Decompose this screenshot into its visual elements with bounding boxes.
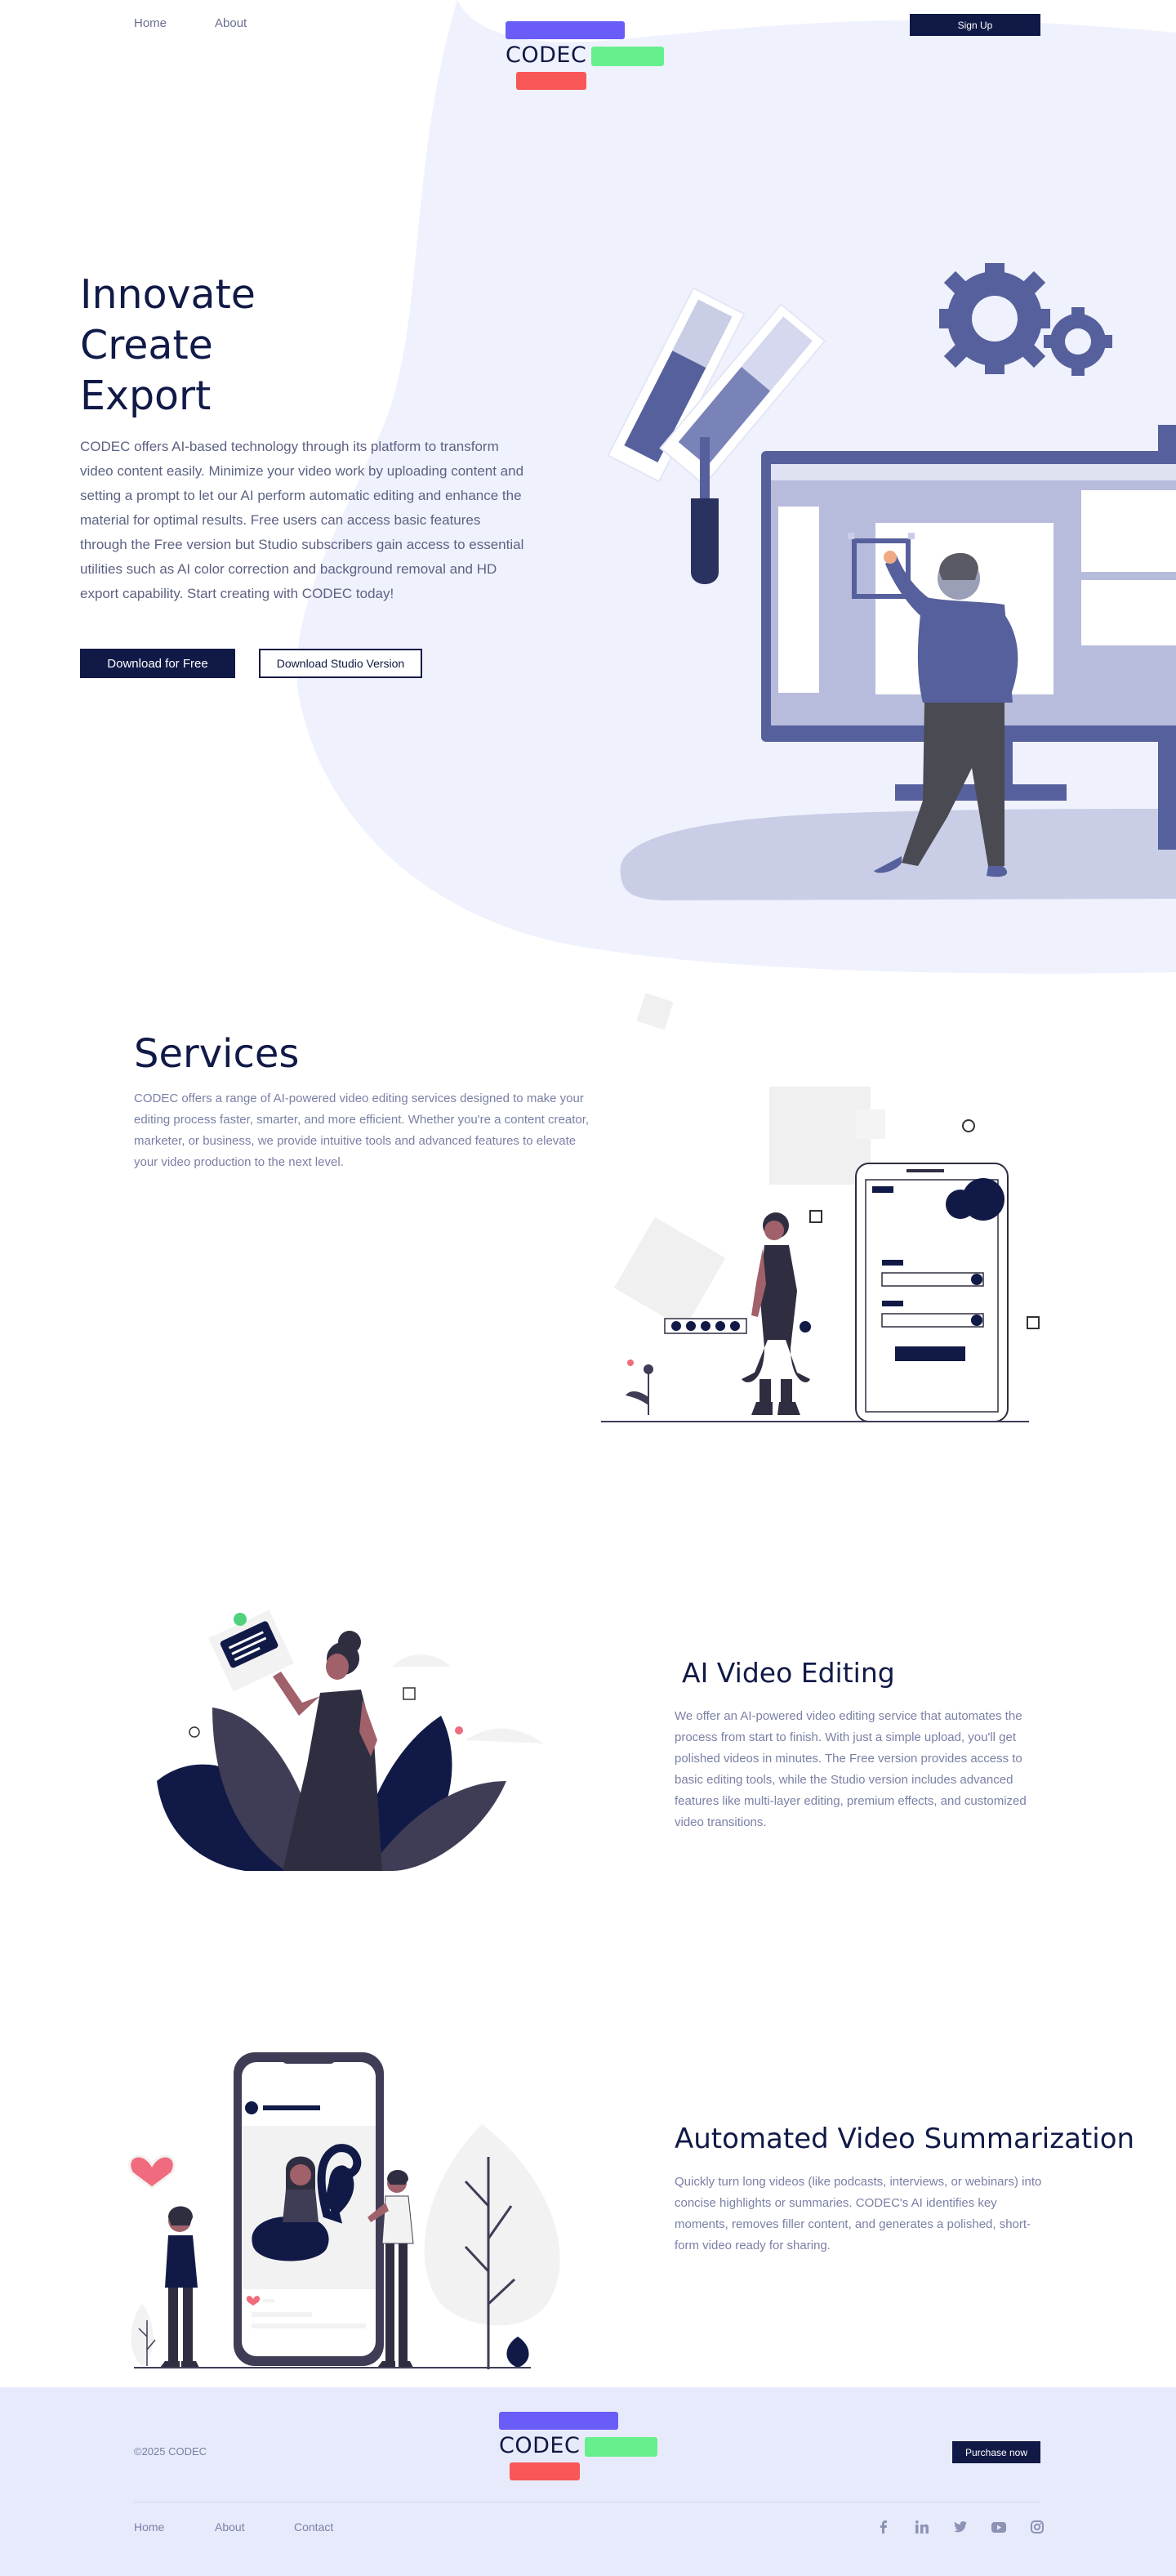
facebook-icon[interactable]: [875, 2519, 892, 2535]
logo-text: CODEC: [499, 2433, 581, 2458]
hero-illustration: [607, 263, 1176, 900]
footer-copyright: ©2025 CODEC: [134, 2445, 207, 2458]
summarization-illustration: [128, 2052, 560, 2369]
logo-bar-purple: [506, 21, 625, 39]
services-description: CODEC offers a range of AI-powered video…: [134, 1092, 590, 1169]
plant-illustration: [626, 1359, 653, 1415]
footer-about-link[interactable]: About: [215, 2520, 245, 2534]
woman-illustration: [742, 1212, 810, 1415]
twitter-icon[interactable]: [952, 2519, 969, 2535]
download-studio-button[interactable]: Download Studio Version: [259, 649, 422, 678]
gear-icon: [939, 263, 1050, 374]
logo-bar-green: [585, 2437, 657, 2457]
footer-home-link[interactable]: Home: [134, 2520, 164, 2534]
summarization-title: Automated Video Summarization: [675, 2123, 1135, 2155]
logo-bar-green: [591, 47, 664, 66]
heart-icon: [128, 2154, 176, 2190]
person-left-illustration: [160, 2206, 199, 2368]
ai-editing-title: AI Video Editing: [682, 1657, 895, 1689]
hero-title-line-3: Export: [80, 373, 212, 419]
ai-editing-description: We offer an AI-powered video editing ser…: [675, 1709, 1027, 1829]
footer-logo[interactable]: CODEC: [498, 2410, 662, 2492]
logo-text: CODEC: [506, 42, 587, 68]
phone-illustration: [855, 1163, 1009, 1422]
services-title: Services: [134, 1031, 300, 1077]
logo-bar-red: [516, 72, 586, 90]
logo-bar-red: [510, 2462, 580, 2480]
services-illustration: [601, 993, 1040, 1422]
hero-description: CODEC offers AI-based technology through…: [80, 439, 524, 601]
sign-up-button[interactable]: Sign Up: [910, 14, 1040, 36]
download-free-button[interactable]: Download for Free: [80, 649, 235, 678]
hero-title-line-2: Create: [80, 322, 213, 368]
purchase-now-button[interactable]: Purchase now: [952, 2441, 1040, 2463]
hero-title-line-1: Innovate: [80, 271, 256, 318]
footer-contact-link[interactable]: Contact: [294, 2520, 333, 2534]
ai-editing-illustration: [157, 1609, 544, 1871]
header-logo[interactable]: CODEC: [505, 20, 668, 101]
small-gear-icon: [1044, 307, 1112, 376]
video-phone-illustration: [234, 2052, 384, 2366]
hero-title: Innovate Create Export: [80, 270, 256, 422]
check-badge-icon: [234, 1613, 247, 1626]
floor-shape: [620, 809, 1176, 900]
summarization-description: Quickly turn long videos (like podcasts,…: [675, 2175, 1042, 2252]
logo-bar-purple: [499, 2412, 618, 2430]
linkedin-icon[interactable]: [914, 2519, 930, 2535]
nav-home-link[interactable]: Home: [134, 16, 167, 30]
instagram-icon[interactable]: [1029, 2519, 1045, 2535]
youtube-icon[interactable]: [991, 2519, 1007, 2535]
nav-about-link[interactable]: About: [215, 16, 247, 30]
